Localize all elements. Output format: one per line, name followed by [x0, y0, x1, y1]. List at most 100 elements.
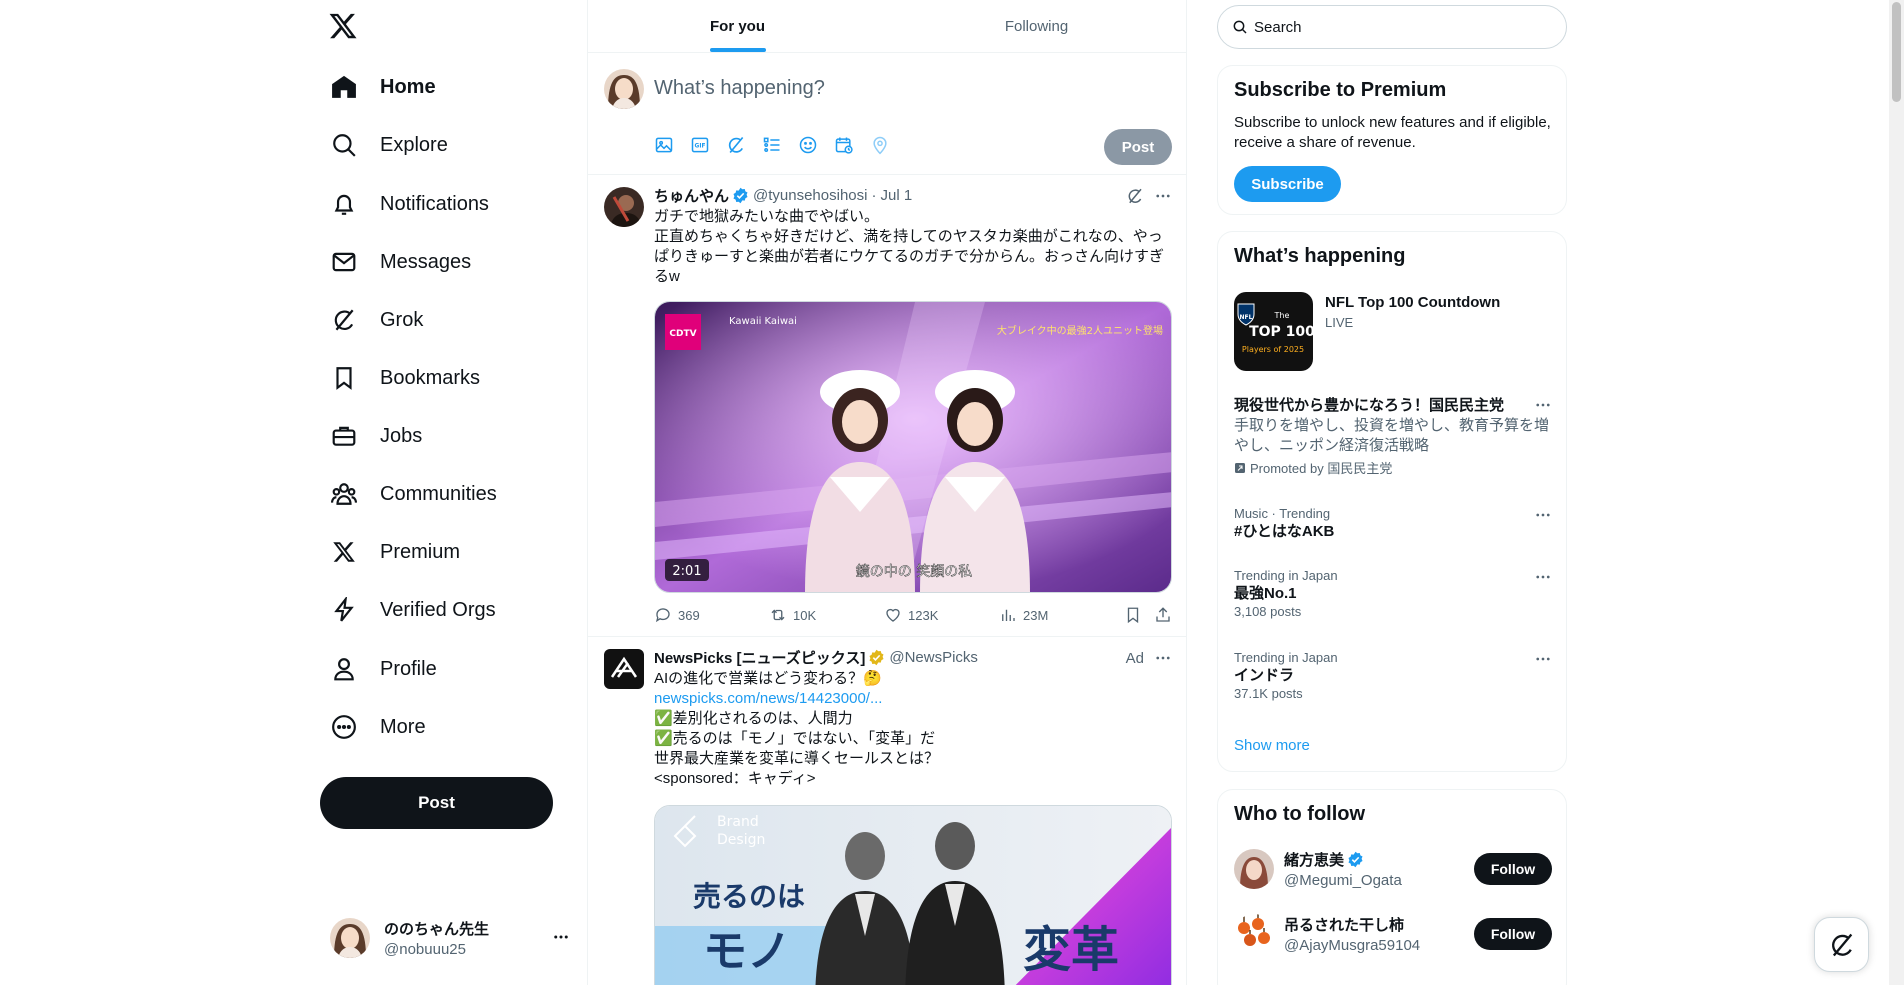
like-button[interactable]: 123K [884, 606, 999, 624]
nav-item-bookmarks[interactable]: Bookmarks [330, 358, 480, 398]
premium-card: Subscribe to Premium Subscribe to unlock… [1217, 65, 1567, 215]
location-icon[interactable] [870, 133, 906, 157]
tweet[interactable]: ちゅんやん @tyunsehosihosi · Jul 1 ガチで地獄みたいな曲… [588, 175, 1186, 637]
nav-item-explore[interactable]: Explore [330, 125, 448, 165]
scrollbar-thumb[interactable] [1892, 2, 1901, 102]
promoted-trend[interactable]: 現役世代から豊かになろう！国民民主党 手取りを増やし、投資を増やし、教育予算を増… [1234, 396, 1552, 477]
tab-following[interactable]: Following [887, 0, 1186, 52]
account-switcher[interactable]: ののちゃん先生 @nobuuu25 [330, 914, 570, 962]
follow-button[interactable]: Follow [1474, 853, 1552, 885]
share-button[interactable] [1154, 606, 1172, 624]
tweet-link[interactable]: newspicks.com/news/14423000/... [654, 689, 1172, 709]
nav-item-messages[interactable]: Messages [330, 242, 471, 282]
author-handle[interactable]: @tyunsehosihosi [753, 187, 867, 204]
trend-meta: Trending in Japan [1234, 650, 1338, 665]
nav-item-premium[interactable]: Premium [330, 532, 460, 572]
briefcase-icon [330, 422, 358, 450]
repost-button[interactable]: 10K [769, 606, 884, 624]
ad-label: Ad [1125, 649, 1144, 667]
trend-item[interactable]: Music · Trending #ひとはなAKB [1234, 506, 1552, 542]
follow-suggestion[interactable]: 緒方恵美 @Megumi_Ogata Follow [1234, 847, 1552, 891]
follow-suggestion[interactable]: 吊るされた干し柿 @AjayMusgra59104 Follow [1234, 912, 1552, 956]
suggestion-handle: @AjayMusgra59104 [1284, 937, 1421, 954]
grok-icon[interactable] [726, 133, 762, 157]
author-name[interactable]: NewsPicks [ニューズピックス] [654, 647, 865, 668]
nav-item-grok[interactable]: Grok [330, 300, 423, 340]
banner-brand-line1: Brand [717, 814, 759, 830]
views-button[interactable]: 23M [999, 606, 1114, 624]
trend-item[interactable]: Trending in Japan インドラ 37.1K posts [1234, 650, 1552, 702]
banner-text3: 変革 [1023, 922, 1119, 978]
author-handle[interactable]: @NewsPicks [889, 649, 978, 666]
section-title: What’s happening [1234, 245, 1406, 267]
like-count: 123K [908, 607, 939, 623]
composer-input[interactable]: What’s happening? [654, 77, 825, 100]
author-name[interactable]: ちゅんやん [654, 185, 729, 206]
nav-item-home[interactable]: Home [330, 67, 436, 107]
avatar [1234, 914, 1274, 954]
more-dots-icon[interactable] [1154, 649, 1172, 667]
gif-icon[interactable]: GIF [690, 133, 726, 157]
nav-item-notifications[interactable]: Notifications [330, 184, 489, 224]
more-dots-icon[interactable] [1534, 568, 1552, 586]
main-timeline: For you Following What’s happening? GIF … [587, 0, 1187, 985]
composer-toolbar: GIF [654, 133, 906, 157]
tweet-time[interactable]: Jul 1 [880, 187, 912, 204]
ad-banner-image[interactable]: Brand Design 売るのは モノ 変革 [654, 805, 1172, 985]
search-input[interactable] [1254, 18, 1544, 36]
avatar [330, 918, 370, 958]
premium-text: Subscribe to unlock new features and if … [1234, 114, 1551, 151]
separator-dot: · [871, 187, 877, 204]
follow-button[interactable]: Follow [1474, 918, 1552, 950]
more-dots-icon[interactable] [1154, 187, 1172, 205]
nav-item-more[interactable]: More [330, 707, 426, 747]
grok-icon[interactable] [1126, 187, 1144, 205]
tweet-tools: Ad [1126, 649, 1172, 667]
thumb-line1: The [1274, 311, 1290, 320]
suggestion-name: 緒方恵美 [1284, 852, 1345, 869]
nav-item-verified-orgs[interactable]: Verified Orgs [330, 590, 496, 630]
page-scrollbar[interactable] [1889, 0, 1904, 985]
image-icon[interactable] [654, 133, 690, 157]
repost-icon [769, 606, 787, 624]
nav-item-profile[interactable]: Profile [330, 649, 437, 689]
show-more-link[interactable]: Show more [1234, 737, 1310, 754]
video-overlay-right: 大ブレイク中の最強2人ユニット登場 [997, 324, 1163, 337]
emoji-icon[interactable] [798, 133, 834, 157]
tweet-line: <sponsored：キャディ> [654, 770, 816, 787]
nav-item-communities[interactable]: Communities [330, 474, 497, 514]
more-dots-icon[interactable] [552, 928, 570, 946]
post-button[interactable]: Post [320, 777, 553, 829]
live-event[interactable]: NFL The TOP 100 Players of 2025 NFL Top … [1234, 292, 1552, 372]
more-dots-icon[interactable] [1534, 506, 1552, 524]
trend-item[interactable]: Trending in Japan 最強No.1 3,108 posts [1234, 568, 1552, 620]
verified-badge-icon [1347, 851, 1364, 868]
trend-meta: Trending in Japan [1234, 568, 1338, 583]
schedule-icon[interactable] [834, 133, 870, 157]
who-to-follow-card: Who to follow 緒方恵美 @Megumi_Ogata Follow … [1217, 789, 1567, 985]
avatar[interactable] [604, 187, 644, 227]
nav-item-jobs[interactable]: Jobs [330, 416, 422, 456]
verified-badge-icon [868, 649, 885, 666]
premium-title: Subscribe to Premium [1234, 79, 1447, 101]
avatar[interactable] [604, 649, 644, 689]
bookmark-button[interactable] [1124, 606, 1142, 624]
bell-icon [330, 190, 358, 218]
grok-floating-button[interactable] [1814, 917, 1869, 972]
trend-title: #ひとはなAKB [1234, 523, 1335, 540]
account-handle: @nobuuu25 [384, 941, 466, 958]
tweet-ad[interactable]: NewsPicks [ニューズピックス] @NewsPicks Ad AIの進化… [588, 637, 1186, 985]
promoted-title: 現役世代から豊かになろう！国民民主党 [1234, 397, 1505, 414]
tab-for-you[interactable]: For you [588, 0, 887, 52]
x-logo-icon[interactable] [328, 11, 362, 45]
svg-text:NFL: NFL [1240, 314, 1253, 321]
more-dots-icon[interactable] [1534, 650, 1552, 668]
composer-post-button[interactable]: Post [1104, 129, 1172, 165]
subscribe-button[interactable]: Subscribe [1234, 166, 1341, 202]
search-box[interactable] [1217, 5, 1567, 49]
promoted-icon [1234, 462, 1246, 474]
video-player[interactable]: CDTV Kawaii Kaiwai 大ブレイク中の最強2人ユニット登場 鏡の中… [654, 301, 1172, 593]
reply-button[interactable]: 369 [654, 606, 769, 624]
more-dots-icon[interactable] [1534, 396, 1552, 414]
poll-icon[interactable] [762, 133, 798, 157]
